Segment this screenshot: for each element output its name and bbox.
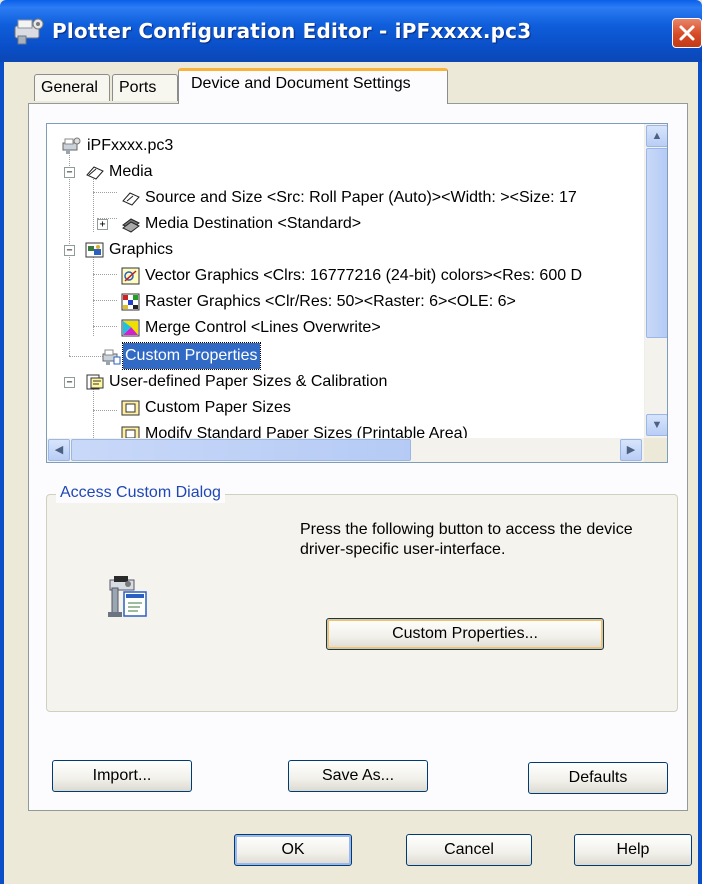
save-as-button[interactable]: Save As... xyxy=(288,760,428,792)
help-button[interactable]: Help xyxy=(574,834,692,866)
tree-item-label: Graphics xyxy=(109,241,174,258)
horizontal-scrollbar[interactable]: ◀ ▶ xyxy=(47,438,644,462)
close-x-icon xyxy=(679,25,695,41)
tree-item-source-and-size[interactable]: Source and Size <Src: Roll Paper (Auto)>… xyxy=(47,185,644,211)
paper-sizes-icon xyxy=(85,373,105,391)
tree-item-raster-graphics[interactable]: Raster Graphics <Clr/Res: 50><Raster: 6>… xyxy=(47,289,644,315)
tree-item-label: Raster Graphics <Clr/Res: 50><Raster: 6>… xyxy=(145,293,516,310)
media-icon xyxy=(85,163,105,181)
printer-dialog-icon xyxy=(104,574,148,620)
window-frame-left xyxy=(0,62,4,884)
tree-item-modify-standard-paper-sizes[interactable]: Modify Standard Paper Sizes (Printable A… xyxy=(47,421,644,438)
scroll-up-icon[interactable]: ▲ xyxy=(646,125,667,147)
tree-item-root[interactable]: iPFxxxx.pc3 xyxy=(47,133,644,159)
tree-item-label: User-defined Paper Sizes & Calibration xyxy=(109,373,388,390)
plotter-config-icon xyxy=(12,16,46,46)
tree-item-media[interactable]: − Media xyxy=(47,159,644,185)
ok-button[interactable]: OK xyxy=(234,834,352,866)
tab-ports[interactable]: Ports xyxy=(112,74,178,101)
raster-graphics-icon xyxy=(121,293,141,311)
title-bar[interactable]: Plotter Configuration Editor - iPFxxxx.p… xyxy=(0,0,702,62)
tab-device-and-document-settings[interactable]: Device and Document Settings xyxy=(178,68,448,104)
custom-properties-button[interactable]: Custom Properties... xyxy=(326,618,604,650)
tree-item-graphics[interactable]: − Graphics xyxy=(47,237,644,263)
tab-label: Device and Document Settings xyxy=(191,75,411,92)
tree-item-label: Media Destination <Standard> xyxy=(145,215,362,232)
close-button[interactable] xyxy=(672,18,702,48)
tree-item-label: Modify Standard Paper Sizes (Printable A… xyxy=(145,425,468,438)
tree-item-custom-paper-sizes[interactable]: Custom Paper Sizes xyxy=(47,395,644,421)
group-legend: Access Custom Dialog xyxy=(56,483,225,503)
tree-item-user-defined-paper-sizes[interactable]: − User-defined Paper Sizes & Calibration xyxy=(47,369,644,395)
cancel-button[interactable]: Cancel xyxy=(406,834,532,866)
scroll-down-icon[interactable]: ▼ xyxy=(646,414,667,436)
scroll-left-icon[interactable]: ◀ xyxy=(48,439,70,461)
import-button[interactable]: Import... xyxy=(52,760,192,792)
tree-item-label: Vector Graphics <Clrs: 16777216 (24-bit)… xyxy=(145,267,583,284)
paper-source-icon xyxy=(121,189,141,207)
custom-paper-icon xyxy=(121,399,141,417)
collapse-icon[interactable]: − xyxy=(64,245,75,256)
tree-item-label: Custom Paper Sizes xyxy=(145,399,291,416)
tab-label: General xyxy=(41,79,98,96)
tree-content: iPFxxxx.pc3 − Media Source and Size <Src… xyxy=(47,124,644,438)
horizontal-scroll-thumb[interactable] xyxy=(71,439,411,461)
settings-tree[interactable]: iPFxxxx.pc3 − Media Source and Size <Src… xyxy=(46,123,668,463)
tree-item-label: Source and Size <Src: Roll Paper (Auto)>… xyxy=(145,189,577,206)
tree-item-label: Merge Control <Lines Overwrite> xyxy=(145,319,381,336)
vector-graphics-icon xyxy=(121,267,141,285)
tree-item-label: Media xyxy=(109,163,153,180)
tree-item-custom-properties[interactable]: Custom Properties xyxy=(47,342,644,370)
merge-control-icon xyxy=(121,319,141,337)
vertical-scrollbar[interactable]: ▲ ▼ xyxy=(644,124,667,438)
tab-general[interactable]: General xyxy=(34,74,110,101)
vertical-scroll-thumb[interactable] xyxy=(646,148,667,338)
modify-paper-icon xyxy=(121,425,141,438)
scroll-right-icon[interactable]: ▶ xyxy=(620,439,642,461)
tree-item-label: iPFxxxx.pc3 xyxy=(87,137,174,154)
custom-properties-icon xyxy=(101,347,121,365)
defaults-button[interactable]: Defaults xyxy=(528,762,668,794)
graphics-icon xyxy=(85,241,105,259)
group-description: Press the following button to access the… xyxy=(300,521,633,558)
scrollbar-corner xyxy=(644,438,667,462)
tree-item-label: Custom Properties xyxy=(122,342,261,370)
collapse-icon[interactable]: − xyxy=(64,167,75,178)
collapse-icon[interactable]: − xyxy=(64,377,75,388)
plotter-icon xyxy=(61,137,81,155)
tree-item-media-destination[interactable]: + Media Destination <Standard> xyxy=(47,211,644,237)
tree-item-vector-graphics[interactable]: Vector Graphics <Clrs: 16777216 (24-bit)… xyxy=(47,263,644,289)
tree-item-merge-control[interactable]: Merge Control <Lines Overwrite> xyxy=(47,315,644,341)
media-destination-icon xyxy=(121,215,141,233)
window-frame-right xyxy=(698,62,702,884)
expand-icon[interactable]: + xyxy=(97,219,108,230)
tab-label: Ports xyxy=(119,79,157,96)
window-title: Plotter Configuration Editor - iPFxxxx.p… xyxy=(52,19,532,43)
